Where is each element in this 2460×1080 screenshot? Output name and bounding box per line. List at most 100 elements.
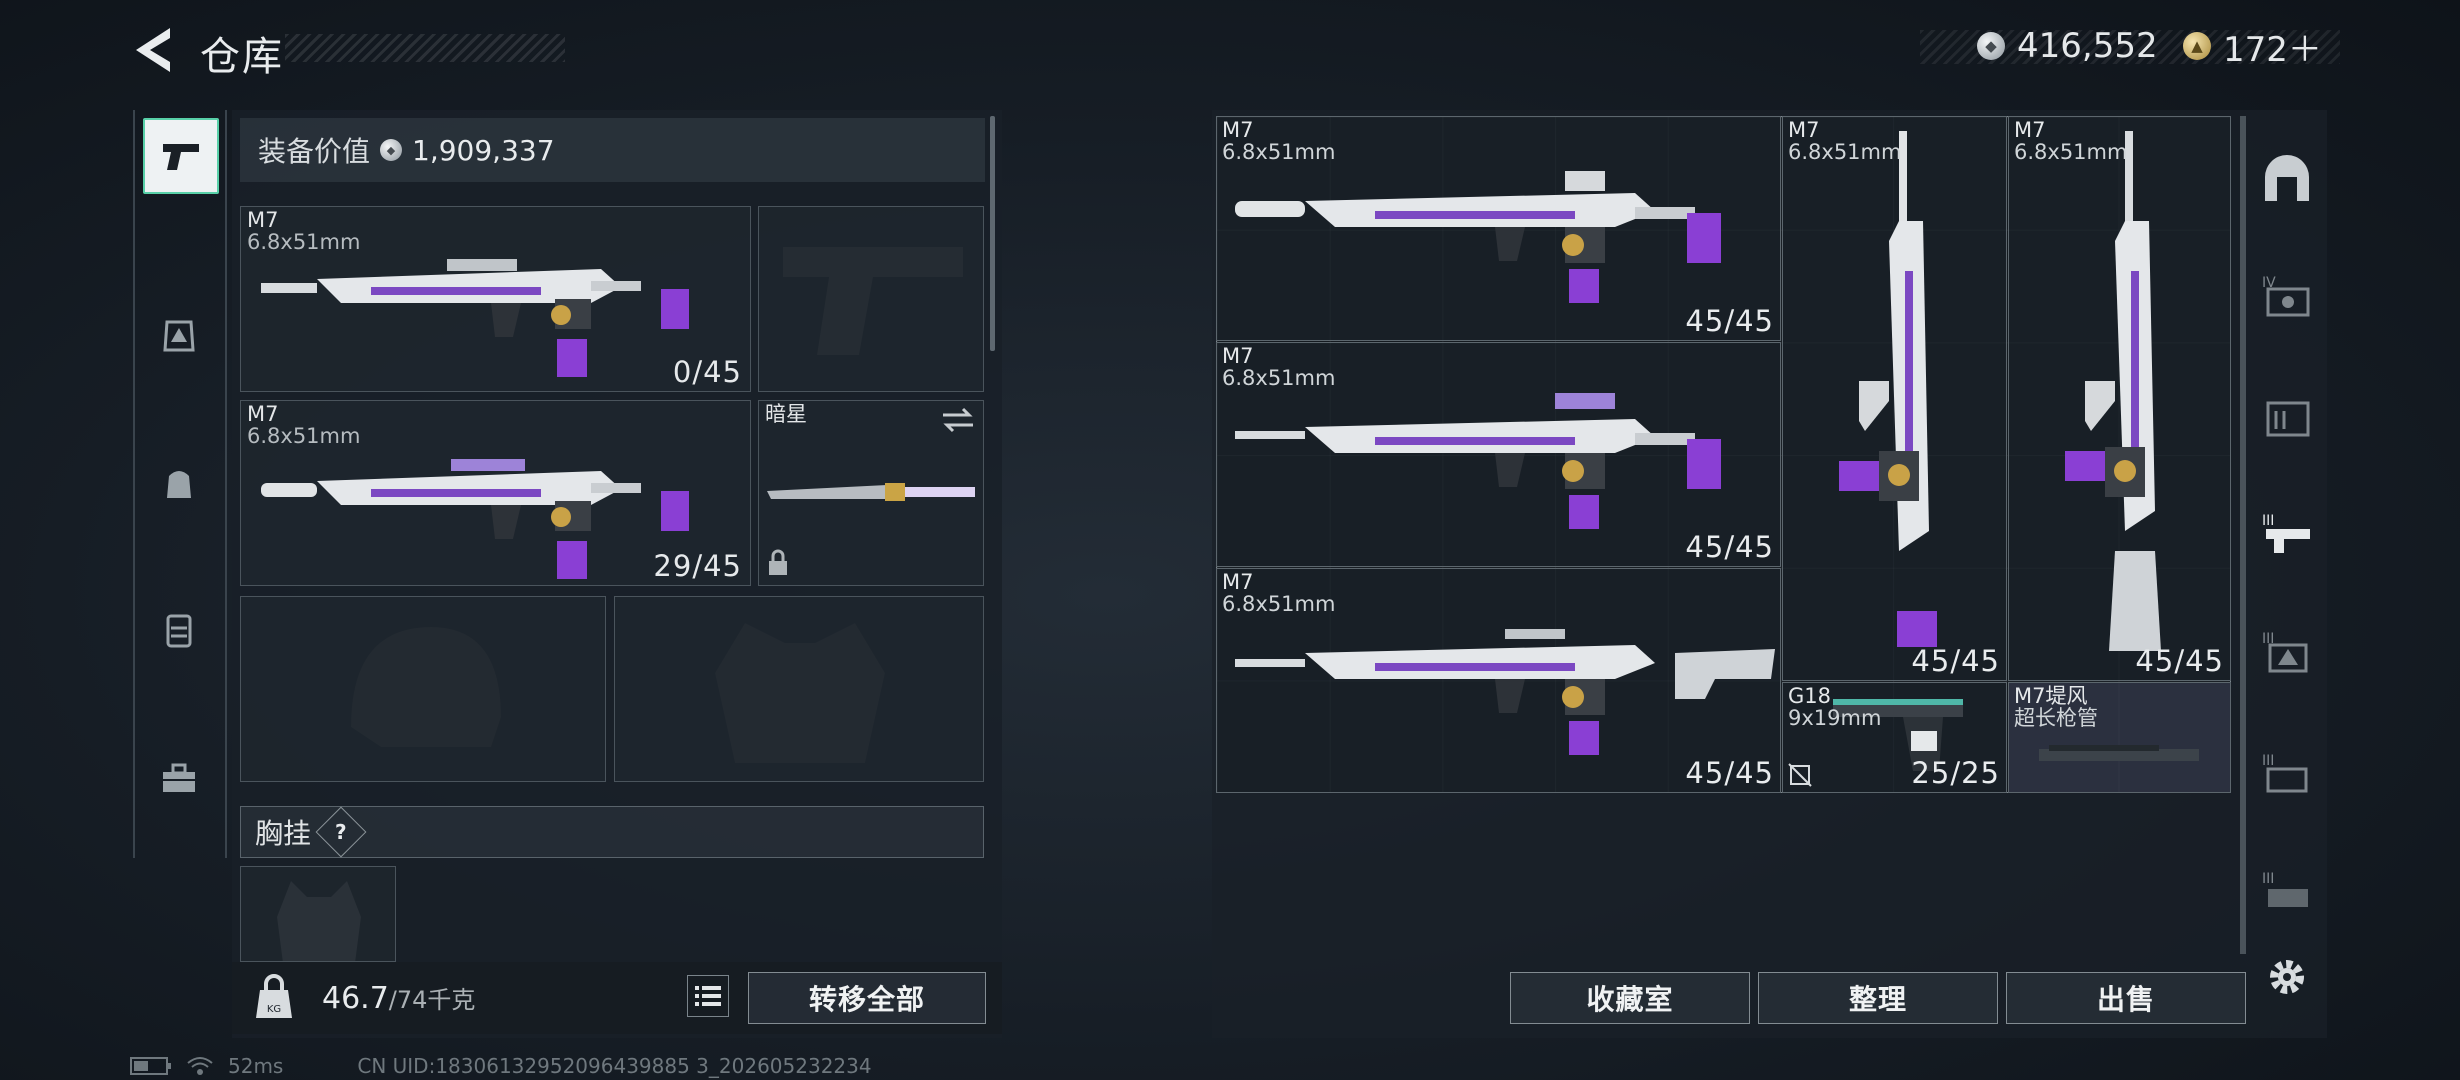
ping: 52ms (228, 1054, 284, 1078)
silver-coin-icon: ◆ (1977, 32, 2005, 60)
weight-readout: 46.7/74千克 (322, 980, 475, 1016)
weight-bag-icon: KG (256, 974, 292, 1018)
lock-icon (769, 549, 787, 575)
item-ammo: 45/45 (2135, 644, 2224, 678)
equip-value-label: 装备价值 (258, 135, 371, 168)
item-ammo: 45/45 (1685, 304, 1774, 338)
item-name: M7 (2014, 118, 2046, 142)
misc-storage-icon: III (2262, 871, 2308, 907)
rail-backpack[interactable] (143, 448, 215, 520)
rifle-image (1235, 629, 1775, 755)
warehouse-item[interactable]: M7 6.8x51mm 45/45 (1216, 568, 1781, 793)
rifle-image (1235, 393, 1721, 529)
side-tab-all[interactable] (2256, 148, 2318, 210)
warehouse-item[interactable]: M7 6.8x51mm 45/45 (2008, 116, 2231, 681)
left-scrollbar[interactable] (990, 116, 995, 351)
slot-caliber: 6.8x51mm (247, 230, 361, 254)
rifle-image (1235, 171, 1721, 303)
gear-icon (2270, 960, 2304, 994)
slot-ammo: 29/45 (653, 549, 742, 583)
warehouse-item[interactable]: G18 9x19mm 25/25 (1782, 682, 2007, 793)
svg-text:III: III (2262, 753, 2274, 769)
melee-slot[interactable]: 暗星 (758, 400, 984, 586)
weapon-storage-icon: III (2262, 513, 2310, 553)
rail-toolbox[interactable] (143, 742, 215, 814)
knife-image (767, 483, 975, 501)
status-bar: 52ms CN UID:18306132952096439885 3_20260… (130, 1054, 872, 1078)
svg-text:III: III (2262, 513, 2274, 529)
melee-name: 暗星 (765, 402, 807, 426)
transfer-all-button[interactable]: 转移全部 (748, 972, 986, 1024)
side-tab-medical[interactable]: III (2256, 742, 2318, 804)
armor-icon (163, 320, 195, 352)
weight-max: /74千克 (388, 986, 476, 1014)
primary-weapon-slot[interactable]: M7 6.8x51mm 0/45 (240, 206, 751, 392)
item-name: G18 (1788, 684, 1831, 708)
help-icon[interactable]: ? (315, 806, 367, 858)
item-name: M7堤风 (2014, 684, 2088, 708)
page-title: 仓库 (200, 34, 284, 80)
slot-ammo: 0/45 (672, 355, 742, 389)
wifi-icon (187, 1057, 213, 1075)
sidearm-slot[interactable] (758, 206, 984, 392)
item-ammo: 45/45 (1685, 530, 1774, 564)
chest-rig-label: 胸挂 (255, 817, 312, 850)
item-caliber: 6.8x51mm (2014, 140, 2128, 164)
side-tab-storage-3[interactable] (2256, 384, 2318, 446)
collection-room-button[interactable]: 收藏室 (1510, 972, 1750, 1024)
warehouse-item[interactable]: M7 6.8x51mm 45/45 (1782, 116, 2007, 681)
chest-rig-slot[interactable] (240, 866, 396, 962)
warehouse-scrollbar[interactable] (2240, 116, 2246, 954)
equip-value: 1,909,337 (412, 133, 555, 167)
silver-coin-icon: ◆ (380, 139, 403, 161)
vest-icon (166, 614, 192, 648)
back-icon[interactable] (130, 24, 178, 76)
list-icon (695, 986, 721, 1006)
warehouse-item[interactable]: M7 6.8x51mm 45/45 (1216, 342, 1781, 567)
rail-helmet[interactable] (143, 300, 215, 372)
silver-amount: 416,552 (2017, 26, 2158, 66)
list-view-button[interactable] (687, 975, 729, 1017)
helmet-slot[interactable] (240, 596, 606, 782)
gold-coin-icon: ▲ (2183, 32, 2211, 60)
sell-button[interactable]: 出售 (2006, 972, 2246, 1024)
armor-placeholder-icon (715, 623, 885, 763)
supply-storage-icon: III (2262, 753, 2308, 793)
battery-icon (130, 1057, 171, 1075)
item-caliber: 6.8x51mm (1222, 366, 1336, 390)
side-tab-weapons[interactable]: III (2256, 502, 2318, 564)
warehouse-all-icon (2265, 155, 2309, 201)
side-tab-misc[interactable]: III (2256, 860, 2318, 922)
rifle-image-vertical (2065, 131, 2161, 651)
uid: CN UID:18306132952096439885 3_2026052322… (357, 1054, 872, 1078)
rail-weapons[interactable] (143, 118, 219, 194)
warehouse-item[interactable]: M7堤风 超长枪管 (2008, 682, 2231, 793)
swap-icon[interactable] (941, 407, 975, 433)
item-caliber: 9x19mm (1788, 706, 1882, 730)
weight-current: 46.7 (322, 981, 389, 1016)
slot-caliber: 6.8x51mm (247, 424, 361, 448)
item-name: M7 (1222, 344, 1254, 368)
item-caliber: 6.8x51mm (1788, 140, 1902, 164)
settings-button[interactable] (2256, 946, 2318, 1008)
pistol-icon (163, 144, 199, 170)
item-caliber: 超长枪管 (2014, 706, 2098, 730)
item-name: M7 (1222, 118, 1254, 142)
helmet-placeholder-icon (351, 627, 501, 747)
body-armor-slot[interactable] (614, 596, 984, 782)
chest-rig-bar[interactable]: 胸挂 ? (240, 806, 984, 858)
rail-vest[interactable] (143, 594, 215, 666)
side-tab-armor[interactable]: III (2256, 620, 2318, 682)
warehouse-item[interactable]: M7 6.8x51mm 45/45 (1216, 116, 1781, 341)
toolbox-icon (163, 763, 195, 792)
rifle-image-vertical (1839, 131, 1937, 647)
item-caliber: 6.8x51mm (1222, 592, 1336, 616)
title-stripe (285, 34, 565, 62)
no-ammo-icon (1788, 763, 1812, 787)
armor-storage-icon: III (2262, 631, 2308, 673)
secondary-weapon-slot[interactable]: M7 6.8x51mm 29/45 (240, 400, 751, 586)
gold-currency[interactable]: ▲ 172＋ (2183, 26, 2322, 70)
side-tab-storage-4[interactable]: IV (2256, 264, 2318, 326)
storage-tier-icon: IV (2262, 275, 2310, 317)
organize-button[interactable]: 整理 (1758, 972, 1998, 1024)
